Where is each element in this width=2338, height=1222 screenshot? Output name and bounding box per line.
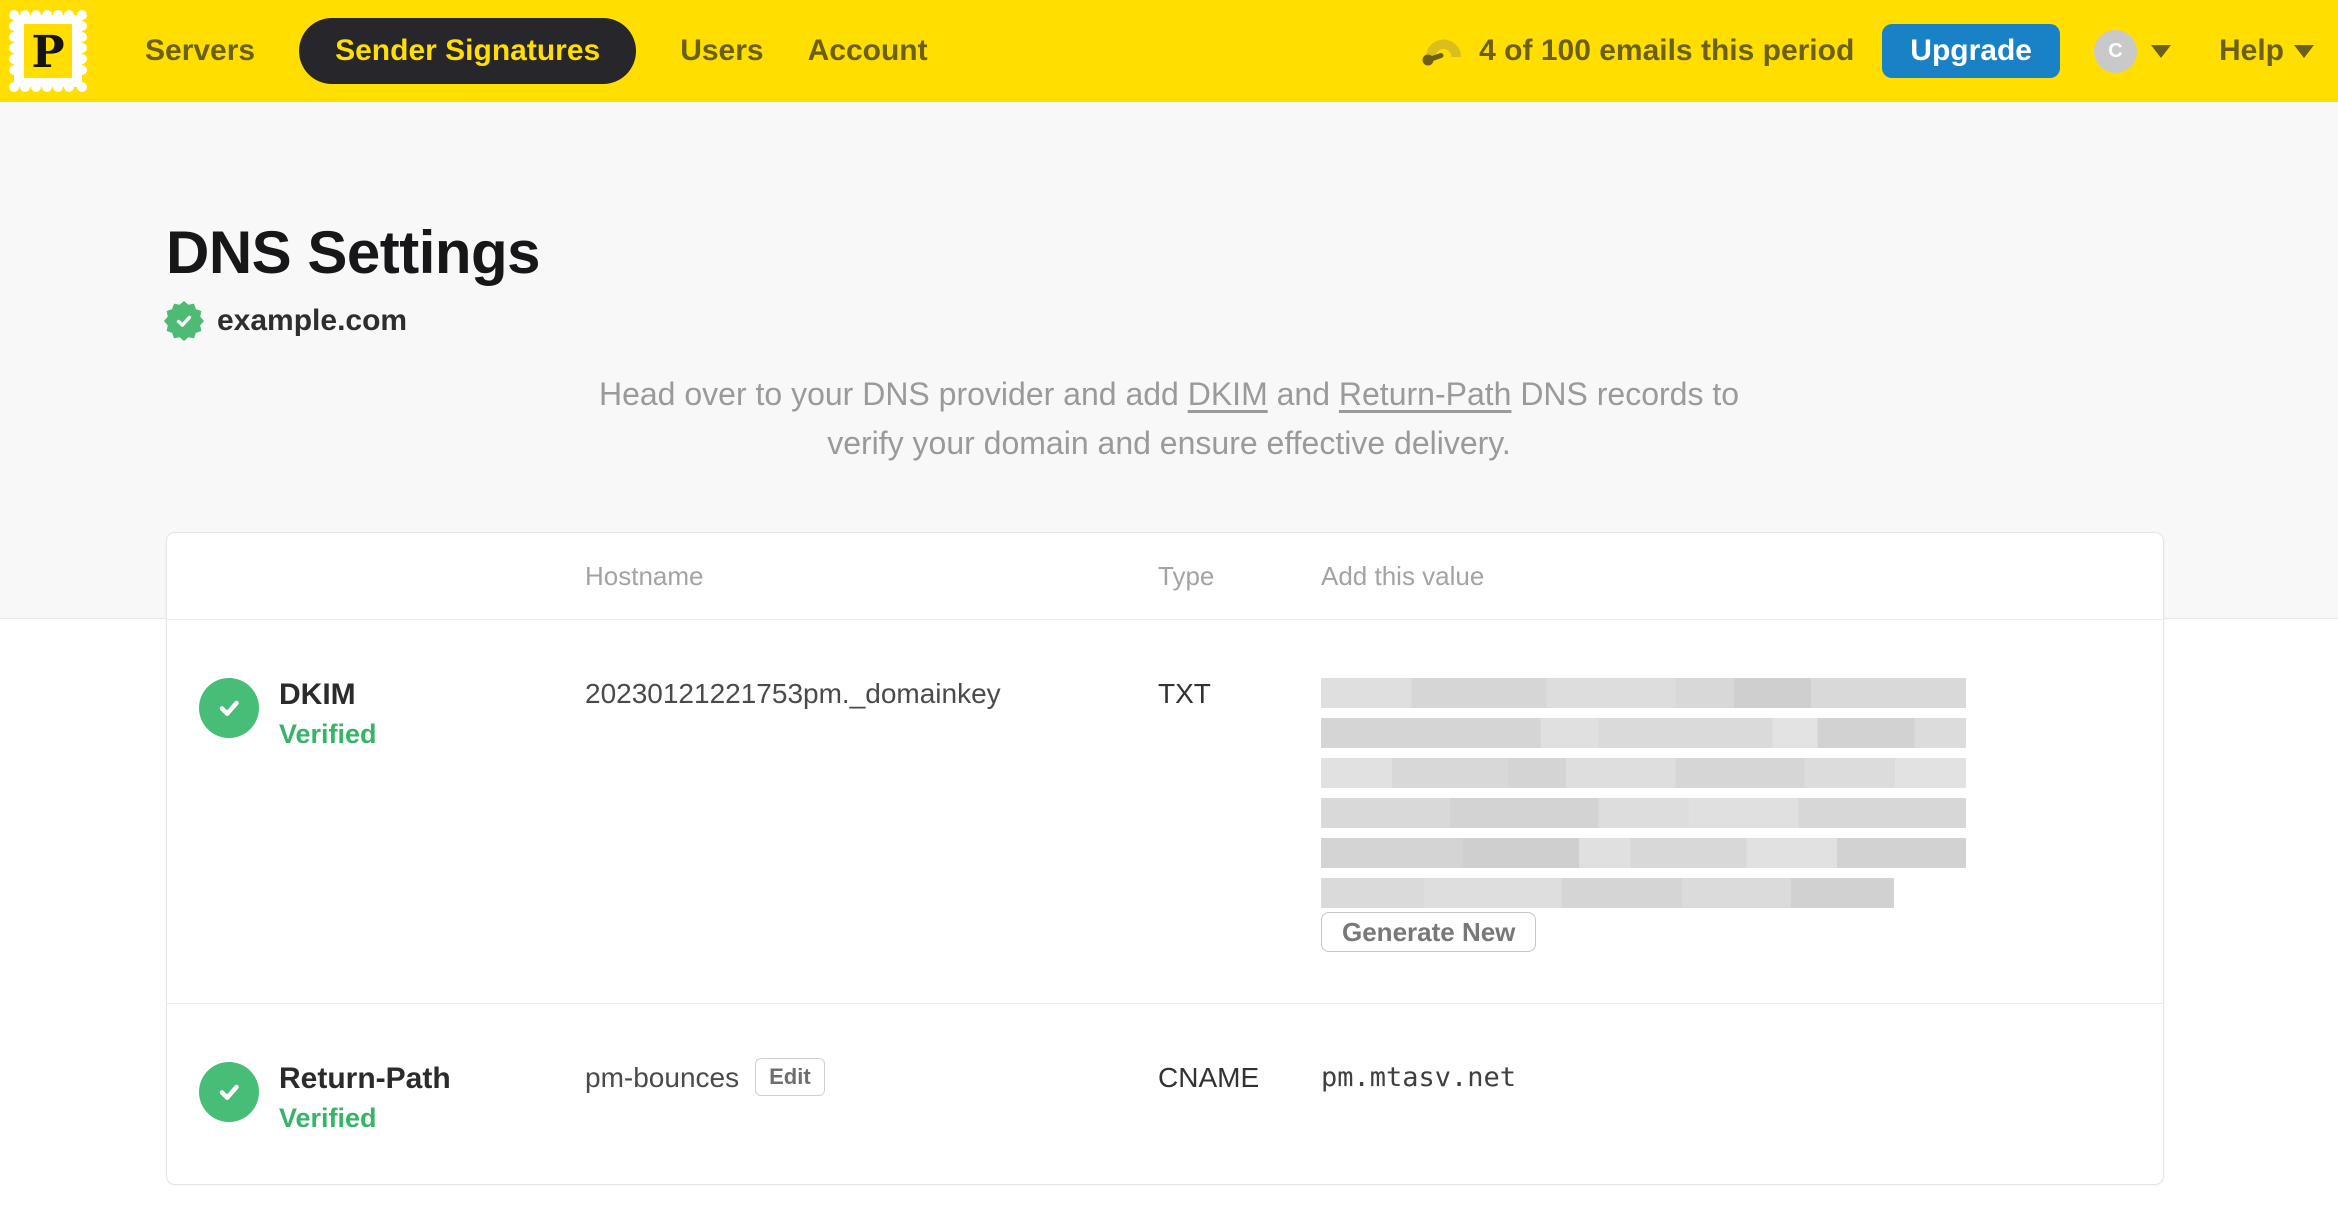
column-header-type: Type	[1158, 560, 1215, 591]
intro-text: Head over to your DNS provider and add D…	[0, 370, 2338, 468]
table-row-return-path: Return-Path Verified pm-bounces Edit CNA…	[167, 1003, 2163, 1185]
intro-between: and	[1267, 376, 1339, 412]
domain-row: example.com	[164, 301, 407, 341]
record-hostname: 20230121221753pm._domainkey	[585, 678, 1001, 709]
dkim-value-redacted: Generate New	[1321, 678, 2163, 1003]
column-header-hostname: Hostname	[585, 560, 704, 591]
redacted-value-line	[1321, 798, 1966, 828]
record-status-badge: Verified	[279, 719, 377, 749]
nav-right-section: 4 of 100 emails this period Upgrade C He…	[1421, 24, 2314, 78]
account-menu[interactable]: C	[2093, 29, 2171, 73]
nav-item-users[interactable]: Users	[680, 34, 763, 68]
nav-menu: Servers Sender Signatures Users Account	[145, 18, 928, 84]
record-name: DKIM	[279, 678, 356, 711]
verified-check-icon	[199, 678, 259, 738]
table-row-dkim: DKIM Verified 20230121221753pm._domainke…	[167, 620, 2163, 1003]
redacted-value-line	[1321, 678, 1966, 708]
dns-records-card: Hostname Type Add this value DKIM Verifi…	[166, 532, 2164, 1185]
dkim-link[interactable]: DKIM	[1188, 376, 1268, 412]
chevron-down-icon	[2150, 44, 2171, 58]
record-value: pm.mtasv.net	[1321, 1062, 1517, 1093]
postmark-logo[interactable]: P	[8, 9, 88, 93]
nav-item-servers[interactable]: Servers	[145, 34, 255, 68]
domain-name: example.com	[217, 304, 408, 337]
record-type: CNAME	[1158, 1062, 1260, 1093]
record-type: TXT	[1158, 678, 1211, 709]
help-label: Help	[2218, 34, 2284, 67]
column-header-value: Add this value	[1321, 560, 1485, 591]
redacted-value-line	[1321, 878, 1894, 908]
page-title: DNS Settings	[166, 219, 541, 286]
verified-seal-icon	[164, 301, 204, 341]
usage-gauge-icon	[1422, 39, 1462, 66]
intro-line1-post: DNS records to	[1511, 376, 1740, 412]
avatar[interactable]: C	[2093, 29, 2137, 73]
return-path-link[interactable]: Return-Path	[1339, 376, 1512, 412]
stamp-icon: P	[9, 10, 87, 92]
help-menu[interactable]: Help	[2219, 34, 2314, 68]
top-navbar: P Servers Sender Signatures Users Accoun…	[0, 0, 2338, 102]
record-name: Return-Path	[279, 1062, 451, 1095]
intro-line1-pre: Head over to your DNS provider and add	[598, 376, 1188, 412]
upgrade-button[interactable]: Upgrade	[1882, 24, 2060, 78]
chevron-down-icon	[2294, 44, 2314, 58]
redacted-value-line	[1321, 838, 1966, 868]
nav-item-sender-signatures[interactable]: Sender Signatures	[299, 18, 637, 84]
usage-counter: 4 of 100 emails this period	[1479, 34, 1855, 67]
generate-new-button[interactable]: Generate New	[1321, 912, 1537, 952]
redacted-value-line	[1321, 758, 1966, 788]
logo-letter: P	[31, 27, 64, 78]
table-header-row: Hostname Type Add this value	[167, 533, 2163, 620]
verified-check-icon	[199, 1062, 259, 1122]
record-status-badge: Verified	[279, 1103, 377, 1133]
edit-hostname-button[interactable]: Edit	[755, 1058, 825, 1096]
nav-item-account[interactable]: Account	[808, 34, 928, 68]
record-hostname: pm-bounces	[585, 1062, 740, 1093]
redacted-value-line	[1321, 718, 1966, 748]
intro-line2: verify your domain and ensure effective …	[827, 425, 1511, 461]
